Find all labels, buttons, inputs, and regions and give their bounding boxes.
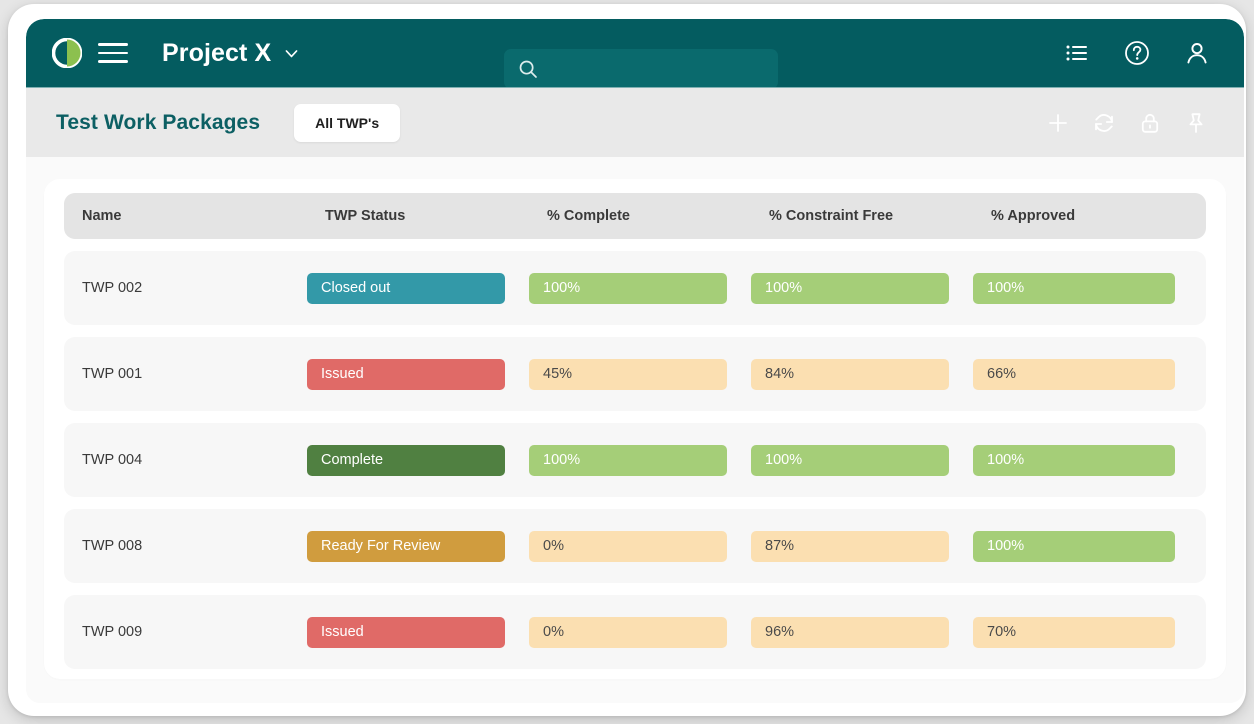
pct-bar-approved: 100%	[973, 530, 1175, 562]
pct-bar-constraint-free: 87%	[751, 530, 949, 562]
cell-pct-complete: 100%	[529, 444, 751, 476]
menu-bar-1	[98, 43, 128, 46]
toolbar-actions	[1046, 88, 1208, 158]
cell-twp-status: Complete	[307, 444, 529, 476]
cell-pct-approved: 70%	[973, 616, 1199, 648]
status-badge[interactable]: Issued	[307, 358, 505, 390]
pct-bar-constraint-free: 100%	[751, 272, 949, 304]
cell-pct-approved: 66%	[973, 358, 1199, 390]
column-header-pct-approved: % Approved	[991, 208, 1076, 224]
cell-pct-complete: 45%	[529, 358, 751, 390]
cell-pct-constraint-free: 87%	[751, 530, 973, 562]
table-row[interactable]: TWP 001 Issued 45% 84% 66%	[64, 337, 1206, 411]
search-container	[504, 49, 778, 89]
company-logo	[52, 38, 82, 68]
pin-icon[interactable]	[1184, 111, 1208, 135]
cell-name: TWP 009	[82, 624, 143, 640]
status-badge[interactable]: Closed out	[307, 272, 505, 304]
table-row[interactable]: TWP 009 Issued 0% 96% 70%	[64, 595, 1206, 669]
cell-name: TWP 002	[82, 280, 143, 296]
cell-name: TWP 008	[82, 538, 143, 554]
cell-pct-complete: 0%	[529, 530, 751, 562]
pct-bar-approved: 70%	[973, 616, 1175, 648]
cell-pct-constraint-free: 100%	[751, 272, 973, 304]
pct-bar-constraint-free: 96%	[751, 616, 949, 648]
pct-bar-approved: 100%	[973, 444, 1175, 476]
pct-bar-complete: 0%	[529, 616, 727, 648]
status-badge[interactable]: Issued	[307, 616, 505, 648]
tab-all-twps[interactable]: All TWP's	[294, 103, 401, 142]
column-header-name: Name	[82, 208, 122, 224]
navbar-actions	[1064, 19, 1210, 87]
pct-bar-approved: 66%	[973, 358, 1175, 390]
pct-bar-complete: 100%	[529, 272, 727, 304]
cell-pct-constraint-free: 84%	[751, 358, 973, 390]
table-row[interactable]: TWP 008 Ready For Review 0% 87% 100%	[64, 509, 1206, 583]
table-row[interactable]: TWP 004 Complete 100% 100% 100%	[64, 423, 1206, 497]
project-name: Project X	[162, 38, 272, 67]
page-toolbar: Test Work Packages All TWP's	[26, 87, 1244, 157]
cell-twp-status: Issued	[307, 616, 529, 648]
cell-twp-status: Ready For Review	[307, 530, 529, 562]
add-icon[interactable]	[1046, 111, 1070, 135]
cell-pct-approved: 100%	[973, 444, 1199, 476]
table-row[interactable]: TWP 002 Closed out 100% 100% 100%	[64, 251, 1206, 325]
pct-bar-approved: 100%	[973, 272, 1175, 304]
menu-icon[interactable]	[98, 42, 128, 64]
project-switcher[interactable]: Project X	[162, 39, 300, 68]
cell-name: TWP 004	[82, 452, 143, 468]
menu-bar-3	[98, 60, 128, 63]
refresh-icon[interactable]	[1092, 111, 1116, 135]
lock-icon[interactable]	[1138, 111, 1162, 135]
column-header-twp-status: TWP Status	[325, 208, 406, 224]
chevron-down-icon	[285, 49, 298, 57]
search-input[interactable]	[504, 49, 778, 89]
top-navbar: Project X	[26, 19, 1244, 89]
column-header-pct-complete: % Complete	[547, 208, 630, 224]
cell-pct-constraint-free: 100%	[751, 444, 973, 476]
content-area: Name TWP Status % Complete % Constraint …	[26, 157, 1244, 703]
table-body: TWP 002 Closed out 100% 100% 100% TWP 001 Issu…	[44, 251, 1226, 669]
pct-bar-constraint-free: 84%	[751, 358, 949, 390]
user-account-icon[interactable]	[1184, 40, 1210, 66]
twp-table: Name TWP Status % Complete % Constraint …	[44, 179, 1226, 679]
pct-bar-complete: 45%	[529, 358, 727, 390]
cell-pct-constraint-free: 96%	[751, 616, 973, 648]
status-badge[interactable]: Ready For Review	[307, 530, 505, 562]
cell-pct-approved: 100%	[973, 530, 1199, 562]
cell-twp-status: Issued	[307, 358, 529, 390]
app-window: Project X Test Work Packages All TWP's N…	[26, 19, 1244, 703]
column-header-pct-constraint-free: % Constraint Free	[769, 208, 894, 224]
help-icon[interactable]	[1124, 40, 1150, 66]
status-badge[interactable]: Complete	[307, 444, 505, 476]
pct-bar-complete: 100%	[529, 444, 727, 476]
pct-bar-complete: 0%	[529, 530, 727, 562]
cell-twp-status: Closed out	[307, 272, 529, 304]
device-bezel: Project X Test Work Packages All TWP's N…	[8, 4, 1246, 716]
cell-pct-complete: 100%	[529, 272, 751, 304]
list-view-icon[interactable]	[1064, 40, 1090, 66]
cell-name: TWP 001	[82, 366, 143, 382]
cell-pct-approved: 100%	[973, 272, 1199, 304]
pct-bar-constraint-free: 100%	[751, 444, 949, 476]
menu-bar-2	[98, 51, 128, 55]
table-header-row: Name TWP Status % Complete % Constraint …	[64, 193, 1206, 239]
cell-pct-complete: 0%	[529, 616, 751, 648]
page-title: Test Work Packages	[56, 110, 261, 134]
